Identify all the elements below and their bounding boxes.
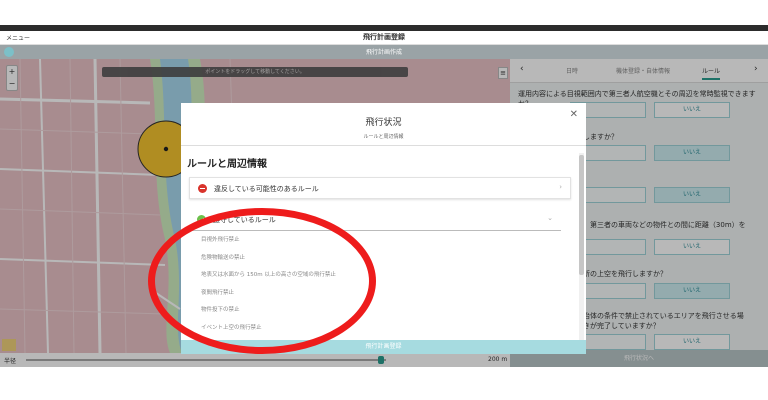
compliant-rule-list: 目視外飛行禁止 危険物輸送の禁止 地表又は水面から 150m 以上の高さの空域の… bbox=[201, 235, 561, 340]
chevron-right-icon: › bbox=[559, 183, 562, 191]
modal-heading: ルールと周辺情報 bbox=[187, 159, 267, 170]
violation-section-label: 違反している可能性のあるルール bbox=[214, 185, 319, 193]
chevron-down-icon: ⌄ bbox=[547, 214, 553, 222]
rule-item: イベント上空の飛行禁止 bbox=[201, 324, 262, 331]
modal-title: 飛行状況 bbox=[365, 118, 402, 128]
compliant-rules-section[interactable]: 遵守しているルール ⌄ bbox=[189, 209, 561, 231]
rule-item: 目視外飛行禁止 bbox=[201, 237, 240, 243]
rule-item: 地表又は水面から 150m 以上の高さの空域の飛行禁止 bbox=[201, 272, 336, 278]
violation-rules-section[interactable]: 違反している可能性のあるルール › bbox=[189, 177, 571, 199]
no-entry-icon bbox=[198, 184, 207, 193]
app-header: メニュー 飛行計画登録 bbox=[0, 31, 768, 45]
register-flight-plan-button[interactable]: 飛行計画登録 bbox=[181, 340, 586, 354]
flight-status-modal: ✕ 飛行状況 ルールと周辺情報 ルールと周辺情報 違反している可能性のあるルール… bbox=[181, 103, 586, 354]
sub-header: 飛行計画作成 bbox=[0, 45, 768, 59]
top-blank-bar bbox=[0, 0, 768, 25]
rule-item: 物件投下の禁止 bbox=[201, 307, 240, 313]
sub-header-title: 飛行計画作成 bbox=[365, 49, 402, 56]
check-circle-icon bbox=[197, 215, 206, 224]
modal-scrollbar-thumb[interactable] bbox=[579, 155, 584, 275]
modal-subtitle: ルールと周辺情報 bbox=[363, 134, 404, 140]
rule-item: 危険物輸送の禁止 bbox=[201, 254, 246, 261]
rule-item: 夜間飛行禁止 bbox=[201, 289, 235, 296]
compliant-section-label: 遵守しているルール bbox=[213, 216, 276, 224]
modal-divider bbox=[181, 145, 586, 146]
page-title: 飛行計画登録 bbox=[363, 33, 405, 41]
